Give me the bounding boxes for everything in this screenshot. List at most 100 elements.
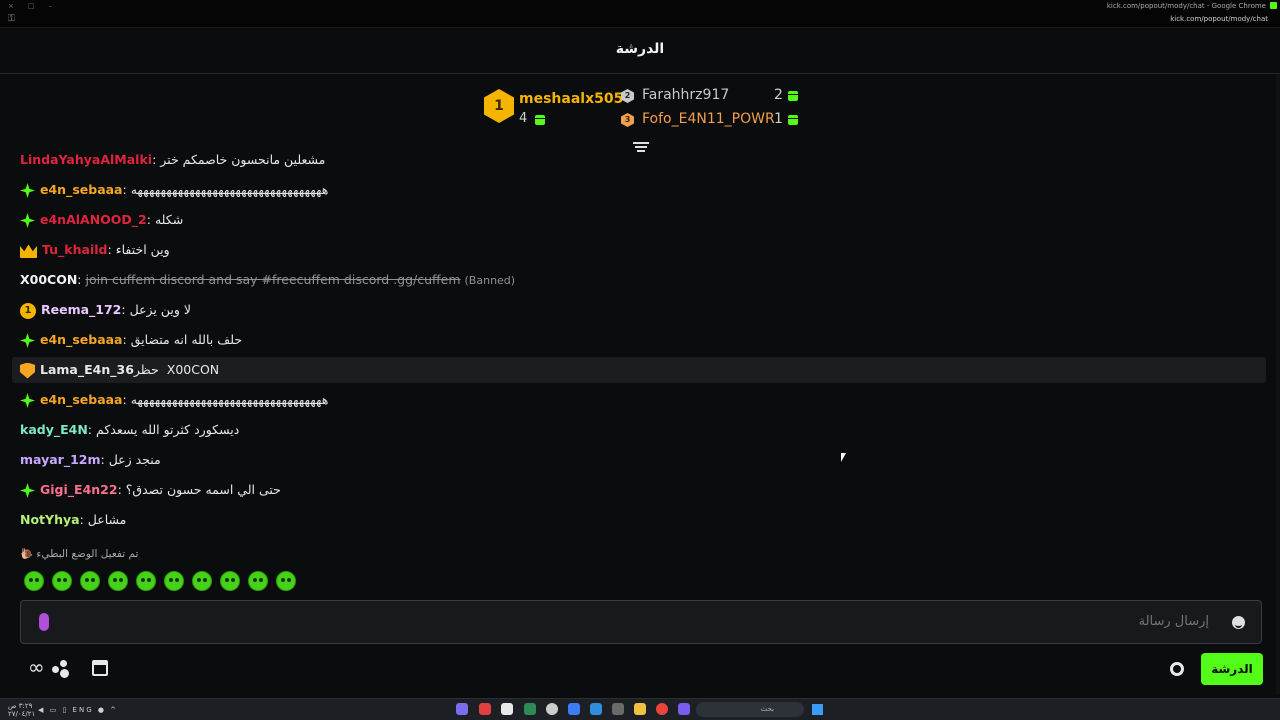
chat-message[interactable]: X00CON: join cuffem discord and say #free… xyxy=(12,267,1266,293)
chat-separator: : xyxy=(121,302,126,317)
chat-message[interactable]: mayar_12m: منجد زعل xyxy=(12,447,1266,473)
chat-message-input[interactable] xyxy=(809,614,1209,629)
slow-mode-notice: 🐌 تم تفعيل الوضع البطيء xyxy=(20,548,139,560)
sweat-emote-icon[interactable] xyxy=(276,571,296,591)
leaderboard-third-name[interactable]: Fofo_E4N11_POWR xyxy=(642,111,775,127)
chat-username[interactable]: X00CON xyxy=(20,272,77,287)
leaderboard-second-name[interactable]: Farahhrz917 xyxy=(642,87,729,103)
leaderboard-third[interactable]: 3 Fofo_E4N11_POWR 1 xyxy=(621,111,801,129)
chat-message-text: شكله xyxy=(154,212,184,227)
address-bar[interactable]: ⚿ kick.com/popout/mody/chat xyxy=(0,12,1280,28)
star-badge-icon xyxy=(20,333,35,348)
leaderboard-second-count: 2 xyxy=(774,87,783,103)
mouse-cursor-icon xyxy=(841,453,846,462)
chat-username[interactable]: Reema_172 xyxy=(41,302,121,317)
chat-separator: : xyxy=(122,182,127,197)
smirk-emote-icon[interactable] xyxy=(108,571,128,591)
leaderboard-first-name[interactable]: meshaalx505 xyxy=(519,91,623,107)
gift-icon xyxy=(788,91,798,101)
chat-message-text: حظر X00CON xyxy=(133,362,220,377)
chat-separator: : xyxy=(100,452,105,467)
file-explorer-icon[interactable] xyxy=(634,703,646,715)
windows-start-icon[interactable] xyxy=(812,704,823,715)
channel-points-icon[interactable] xyxy=(52,660,70,678)
chat-message-text: حلف بالله انه متضايق xyxy=(130,332,243,347)
chat-input-box[interactable] xyxy=(20,600,1262,644)
system-tray[interactable]: ◀ ▭ ▯ ENG ● ^ xyxy=(38,706,118,714)
emoji-picker-icon[interactable] xyxy=(1232,616,1245,629)
chat-separator: : xyxy=(79,512,84,527)
angel-emote-icon[interactable] xyxy=(136,571,156,591)
chat-username[interactable]: e4n_sebaaa xyxy=(40,182,123,197)
chat-username[interactable]: kady_E4N xyxy=(20,422,88,437)
app-icon[interactable] xyxy=(590,703,602,715)
app-icon[interactable] xyxy=(524,703,536,715)
rank-3-badge-icon: 3 xyxy=(621,113,634,127)
chat-username[interactable]: Gigi_E4n22 xyxy=(40,482,118,497)
chat-username[interactable]: LindaYahyaAlMalki xyxy=(20,152,152,167)
app-icon[interactable] xyxy=(501,703,513,715)
chat-separator: : xyxy=(77,272,82,287)
chat-username[interactable]: mayar_12m xyxy=(20,452,101,467)
chat-message-text: مشعلين مانحسون خاصمكم ختر xyxy=(160,152,326,167)
chat-message[interactable]: Tu_khaild: وين اختفاء xyxy=(12,237,1266,263)
app-icon[interactable] xyxy=(456,703,468,715)
gold1-badge-icon: 1 xyxy=(20,302,36,319)
send-chat-button[interactable]: الدرشة xyxy=(1201,653,1263,685)
url-text[interactable]: kick.com/popout/mody/chat xyxy=(1170,15,1268,23)
app-icon[interactable] xyxy=(612,703,624,715)
shield-badge-icon xyxy=(20,362,35,379)
leaderboard-second[interactable]: 2 Farahhrz917 2 xyxy=(621,87,801,105)
app-icon[interactable] xyxy=(678,703,690,715)
chat-message[interactable]: 1 Reema_172: لا وين يزعل xyxy=(12,297,1266,323)
laugh-emote-icon[interactable] xyxy=(248,571,268,591)
app-icon[interactable] xyxy=(479,703,491,715)
chat-username[interactable]: Lama_E4n_36 xyxy=(40,362,134,377)
taskbar-clock[interactable]: ٣:٢٩ ص ٢٧/٠٤/٢١ xyxy=(8,702,35,718)
chat-messages[interactable]: LindaYahyaAlMalki: مشعلين مانحسون خاصمكم … xyxy=(0,150,1280,540)
chat-message[interactable]: e4nAlANOOD_2: شكله xyxy=(12,207,1266,233)
chat-message-text: join cuffem discord and say #freecuffem … xyxy=(85,272,461,287)
shock-emote-icon[interactable] xyxy=(192,571,212,591)
clock-date: ٢٧/٠٤/٢١ xyxy=(8,710,36,718)
headphones-emote-icon[interactable] xyxy=(220,571,240,591)
rank-2-badge-icon: 2 xyxy=(621,89,634,103)
happy-emote-icon[interactable] xyxy=(24,571,44,591)
language-indicator[interactable]: ENG xyxy=(73,706,94,714)
window-controls[interactable]: ×□– xyxy=(8,2,66,10)
chat-username[interactable]: e4nAlANOOD_2 xyxy=(40,212,147,227)
angry-emote-icon[interactable] xyxy=(164,571,184,591)
chat-username[interactable]: NotYhya xyxy=(20,512,80,527)
chat-message[interactable]: Lama_E4n_36حظر X00CON xyxy=(12,357,1266,383)
scrollbar[interactable] xyxy=(1276,75,1280,695)
chat-settings-gear-icon[interactable] xyxy=(1170,662,1184,676)
chat-message[interactable]: NotYhya: مشاعل xyxy=(12,507,1266,533)
store-icon[interactable] xyxy=(92,660,108,676)
app-icon[interactable] xyxy=(568,703,580,715)
chat-message[interactable]: e4n_sebaaa: ههههههههههههههههههههههههههههه… xyxy=(12,387,1266,413)
love-emote-icon[interactable] xyxy=(52,571,72,591)
chat-username[interactable]: e4n_sebaaa xyxy=(40,392,123,407)
kick-logo-icon xyxy=(1270,2,1277,9)
star-badge-icon xyxy=(20,393,35,408)
star-badge-icon xyxy=(20,213,35,228)
chat-username[interactable]: e4n_sebaaa xyxy=(40,332,123,347)
chat-message[interactable]: e4n_sebaaa: ههههههههههههههههههههههههههههه… xyxy=(12,177,1266,203)
microphone-icon[interactable] xyxy=(39,613,49,631)
infinity-icon[interactable]: ∞ xyxy=(28,657,45,677)
chat-message[interactable]: Gigi_E4n22: حتى الي اسمه حسون تصدق؟ xyxy=(12,477,1266,503)
chat-username[interactable]: Tu_khaild xyxy=(42,242,107,257)
leaderboard-first[interactable]: 1 meshaalx505 4 xyxy=(484,89,624,129)
browser-title-bar: ×□– kick.com/popout/mody/chat - Google C… xyxy=(0,0,1280,12)
chat-message[interactable]: e4n_sebaaa: حلف بالله انه متضايق xyxy=(12,327,1266,353)
taskbar-search[interactable]: بحث xyxy=(696,702,804,717)
chat-separator: : xyxy=(152,152,157,167)
chat-message-text: لا وين يزعل xyxy=(129,302,192,317)
chat-message[interactable]: kady_E4N: ديسكورد كثرتو الله يسعدكم xyxy=(12,417,1266,443)
grin-emote-icon[interactable] xyxy=(80,571,100,591)
gift-leaderboard: 1 meshaalx505 4 2 Farahhrz917 2 3 Fofo_E… xyxy=(0,75,1280,145)
chat-message-text: حتى الي اسمه حسون تصدق؟ xyxy=(125,482,281,497)
app-icon[interactable] xyxy=(546,703,558,715)
chrome-icon[interactable] xyxy=(656,703,668,715)
chat-message[interactable]: LindaYahyaAlMalki: مشعلين مانحسون خاصمكم … xyxy=(12,150,1266,173)
